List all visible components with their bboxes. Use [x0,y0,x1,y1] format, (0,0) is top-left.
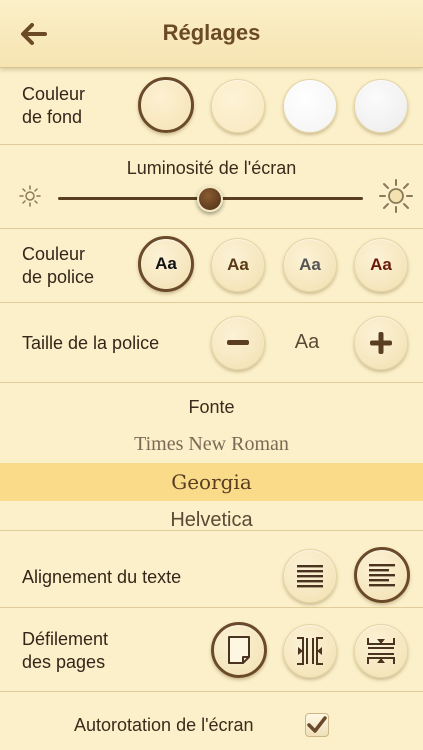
checkmark-icon [307,716,327,733]
alignment-label: Alignement du texte [22,567,182,587]
font-size-decrease-button[interactable] [211,316,265,370]
paging-vertical-button[interactable] [354,624,408,678]
brightness-label: Luminosité de l'écran [126,158,297,178]
brightness-slider-thumb[interactable] [197,186,223,212]
font-color-red[interactable]: Aa [354,238,408,292]
font-size-increase-button[interactable] [354,316,408,370]
alignment-row: Alignement du texte [0,531,423,608]
background-swatch-white[interactable] [283,79,337,133]
background-swatch-light-cream[interactable] [211,79,265,133]
background-swatch-cream[interactable] [138,77,194,133]
background-color-label: Couleur de fond [22,84,86,127]
minus-icon [227,340,249,345]
font-option-georgia[interactable]: Georgia [0,463,423,501]
autorotation-label: Autorotation de l'écran [74,715,254,735]
align-justify-button[interactable] [283,549,337,603]
header-bar: Réglages [0,0,423,68]
font-size-label: Taille de la police [22,333,160,353]
paging-page-button[interactable] [211,622,267,678]
background-color-row: Couleur de fond [0,69,423,145]
font-color-black[interactable]: Aa [138,236,194,292]
vertical-scroll-icon [367,638,395,664]
sun-small-icon [19,185,41,207]
page-curl-icon [228,636,250,664]
font-color-row: Couleur de police Aa Aa Aa Aa [0,229,423,303]
font-color-gray[interactable]: Aa [283,238,337,292]
background-swatch-paper[interactable] [354,79,408,133]
page-title: Réglages [162,20,261,45]
align-left-button[interactable] [354,547,410,603]
font-size-row: Taille de la police Aa [0,303,423,383]
font-size-sample: Aa [294,331,320,353]
plus-icon [370,332,392,354]
autorotation-checkbox[interactable] [305,713,329,737]
font-option-times[interactable]: Times New Roman [0,425,423,463]
paging-horizontal-button[interactable] [283,624,337,678]
paging-row: Défilement des pages [0,608,423,692]
font-heading: Fonte [188,397,235,417]
paging-label: Défilement des pages [22,629,109,672]
sun-large-icon [379,179,413,213]
font-color-brown[interactable]: Aa [211,238,265,292]
font-color-label: Couleur de police [22,244,95,287]
align-justify-icon [297,565,323,588]
horizontal-scroll-icon [297,637,323,665]
align-left-icon [369,564,395,587]
